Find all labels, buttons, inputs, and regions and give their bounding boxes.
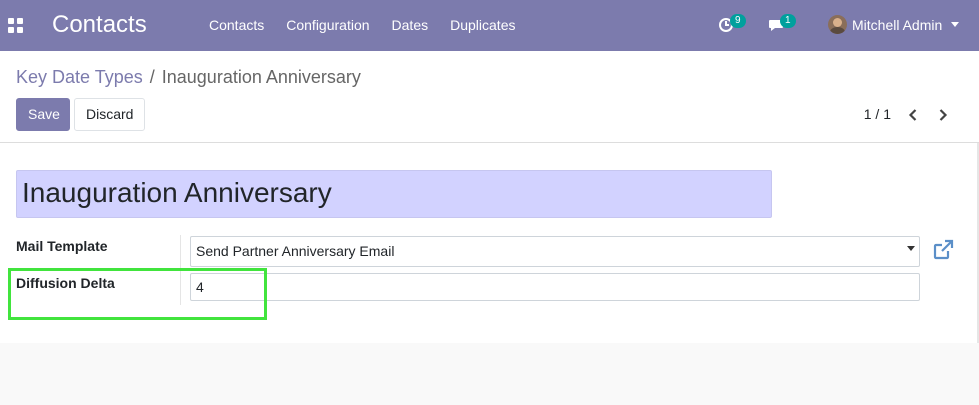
main-navbar: Contacts Contacts Configuration Dates Du… [0, 0, 979, 51]
form-sheet: Inauguration Anniversary Mail Template D… [0, 143, 977, 343]
control-panel: Key Date Types / Inauguration Anniversar… [0, 51, 979, 143]
activity-button[interactable]: 9 [718, 14, 746, 38]
highlight-box [8, 268, 267, 320]
menu-item-duplicates[interactable]: Duplicates [439, 17, 526, 33]
name-input[interactable]: Inauguration Anniversary [16, 170, 772, 218]
chevron-down-icon [951, 22, 960, 27]
save-button[interactable]: Save [16, 98, 70, 131]
breadcrumb: Key Date Types / Inauguration Anniversar… [16, 67, 361, 88]
user-menu[interactable]: Mitchell Admin [828, 15, 960, 34]
user-name: Mitchell Admin [852, 16, 943, 33]
chevron-right-icon[interactable] [935, 107, 951, 123]
activity-count-badge: 9 [730, 14, 746, 28]
top-menu: Contacts Configuration Dates Duplicates [198, 17, 526, 33]
dropdown-caret-icon[interactable] [907, 246, 915, 251]
chevron-left-icon[interactable] [905, 107, 921, 123]
pager-value[interactable]: 1 / 1 [864, 106, 891, 122]
mail-template-select[interactable]: Send Partner Anniversary Email [190, 236, 920, 267]
menu-item-configuration[interactable]: Configuration [275, 17, 380, 33]
external-link-icon[interactable] [931, 238, 955, 262]
message-count-badge: 1 [780, 14, 796, 28]
breadcrumb-current: Inauguration Anniversary [161, 67, 361, 87]
messages-button[interactable]: 1 [768, 14, 796, 38]
menu-item-dates[interactable]: Dates [381, 17, 440, 33]
mail-template-label: Mail Template [16, 238, 108, 254]
avatar [828, 15, 847, 34]
diffusion-delta-input[interactable]: 4 [190, 273, 920, 301]
breadcrumb-parent-link[interactable]: Key Date Types [16, 67, 143, 88]
breadcrumb-separator: / [149, 67, 155, 87]
discard-button[interactable]: Discard [74, 98, 145, 131]
app-title[interactable]: Contacts [52, 11, 147, 39]
apps-grid-icon[interactable] [8, 18, 23, 33]
menu-item-contacts[interactable]: Contacts [198, 17, 275, 33]
